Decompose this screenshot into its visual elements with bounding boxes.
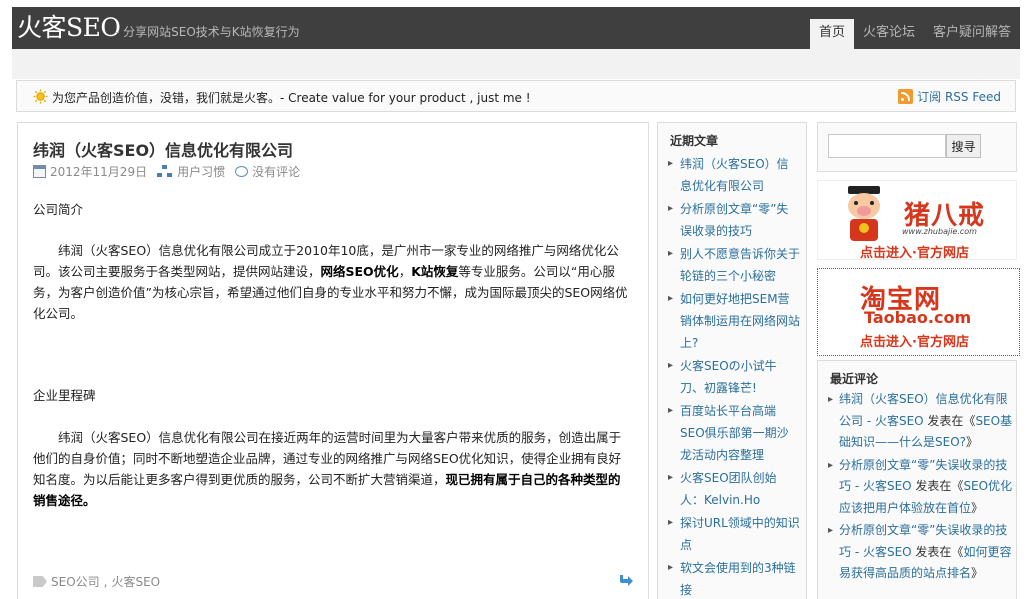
header-band — [12, 49, 1020, 79]
recent-post-item[interactable]: 百度站长平台高端SEO俱乐部第一期沙龙活动内容整理 — [668, 400, 800, 466]
recent-comments-list: 纬润（火客SEO）信息优化有限公司 - 火客SEO 发表在《SEO基础知识——什… — [828, 389, 1013, 586]
category-icon — [157, 165, 173, 178]
zbj-cta: 点击进入·官方网店 — [860, 246, 969, 261]
post-meta: 2012年11月29日 用户习惯 没有评论 — [33, 163, 310, 180]
taobao-cta: 点击进入·官方网店 — [860, 335, 969, 350]
recent-post-item[interactable]: 分析原创文章“零”失误收录的技巧 — [668, 198, 800, 242]
recent-posts-title: 近期文章 — [670, 134, 719, 148]
pig-mascot-icon — [848, 186, 880, 241]
recent-post-item[interactable]: 火客SEO团队创始人：Kelvin.Ho — [668, 467, 800, 511]
post-comments-link[interactable]: 没有评论 — [252, 163, 300, 180]
recent-post-item[interactable]: 火客SEOの小试牛刀、初露锋芒! — [668, 355, 800, 399]
site-tagline: - 分享网站SEO技术与K站恢复行为 — [115, 25, 300, 39]
main-nav: 首页 火客论坛 客户疑问解答 — [809, 19, 1020, 49]
nav-faq[interactable]: 客户疑问解答 — [924, 19, 1020, 49]
recent-comment-item: 纬润（火客SEO）信息优化有限公司 - 火客SEO 发表在《SEO基础知识——什… — [828, 389, 1013, 454]
zbj-url: www.zhubajie.com — [902, 227, 977, 236]
recent-comment-item: 分析原创文章“零”失误收录的技巧 - 火客SEO 发表在《如何更容易获得高品质的… — [828, 520, 1013, 585]
post-date: 2012年11月29日 — [50, 165, 148, 179]
notice-text: 为您产品创造价值，没错，我们就是火客。- Create value for yo… — [52, 91, 531, 105]
section-heading-milestones: 企业里程碑 — [33, 388, 96, 403]
rss-label: 订阅 RSS Feed — [917, 90, 1001, 104]
search-widget: 搜寻 — [817, 122, 1017, 172]
reply-arrow-icon[interactable] — [618, 573, 634, 587]
recent-comment-item: 分析原创文章“零”失误收录的技巧 - 火客SEO 发表在《SEO优化应该把用户体… — [828, 455, 1013, 520]
post-paragraph-2: 纬润（火客SEO）信息优化有限公司在接近两年的运营时间里为大量客户带来优质的服务… — [33, 430, 622, 508]
post-card: 纬润（火客SEO）信息优化有限公司 2012年11月29日 用户习惯 没有评论 … — [17, 122, 649, 599]
recent-post-item[interactable]: 如何更好地把SEM营销体制运用在网络网站上? — [668, 288, 800, 354]
recent-comments-title: 最近评论 — [830, 372, 879, 386]
section-heading-intro: 公司简介 — [33, 202, 84, 217]
tag-link[interactable]: 火客SEO — [111, 573, 160, 590]
calendar-icon — [33, 165, 46, 178]
search-button[interactable]: 搜寻 — [946, 134, 981, 158]
recent-post-item[interactable]: 软文会使用到的3种链接 — [668, 557, 800, 599]
comment-icon — [235, 166, 249, 177]
taobao-ad-banner[interactable]: 淘宝网 Taobao.com 点击进入·官方网店 — [817, 268, 1020, 356]
search-input[interactable] — [828, 134, 946, 158]
post-paragraph-1: 纬润（火客SEO）信息优化有限公司成立于2010年10底，是广州市一家专业的网络… — [33, 243, 628, 321]
recent-post-item[interactable]: 纬润（火客SEO）信息优化有限公司 — [668, 153, 800, 197]
zhubajie-ad-banner[interactable]: 猪八戒 www.zhubajie.com 点击进入·官方网店 — [817, 180, 1017, 261]
site-logo[interactable]: 火客SEO — [17, 14, 121, 42]
post-title[interactable]: 纬润（火客SEO）信息优化有限公司 — [33, 137, 293, 161]
bold-seo: 网络SEO优化 — [320, 264, 399, 279]
rss-icon — [898, 89, 914, 104]
recent-posts-widget: 近期文章 纬润（火客SEO）信息优化有限公司 分析原创文章“零”失误收录的技巧 … — [657, 122, 807, 599]
nav-home[interactable]: 首页 — [809, 19, 854, 49]
post-tags: SEO公司, 火客SEO — [33, 573, 160, 590]
nav-forum[interactable]: 火客论坛 — [854, 19, 924, 49]
tag-link[interactable]: SEO公司 — [51, 573, 100, 590]
tag-icon — [33, 576, 47, 587]
recent-post-item[interactable]: 别人不愿意告诉你关于轮链的三个小秘密 — [668, 243, 800, 287]
recent-comments-widget: 最近评论 纬润（火客SEO）信息优化有限公司 - 火客SEO 发表在《SEO基础… — [817, 360, 1017, 599]
notice-bar: 为您产品创造价值，没错，我们就是火客。- Create value for yo… — [16, 80, 1016, 112]
rss-link[interactable]: 订阅 RSS Feed — [898, 88, 1001, 105]
post-category[interactable]: 用户习惯 — [177, 163, 225, 180]
bold-k-recovery: K站恢复 — [411, 264, 459, 279]
recent-post-item[interactable]: 探讨URL领域中的知识点 — [668, 512, 800, 556]
site-header: 火客SEO - 分享网站SEO技术与K站恢复行为 首页 火客论坛 客户疑问解答 — [12, 7, 1020, 49]
sun-icon — [33, 89, 48, 104]
recent-posts-list: 纬润（火客SEO）信息优化有限公司 分析原创文章“零”失误收录的技巧 别人不愿意… — [668, 153, 800, 599]
taobao-url: Taobao.com — [864, 308, 972, 327]
